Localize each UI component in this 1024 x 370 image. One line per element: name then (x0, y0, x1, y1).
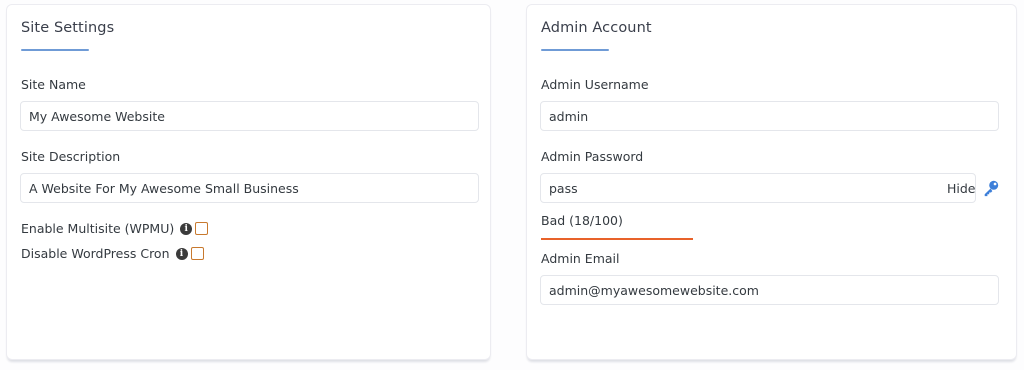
generate-password-key-icon[interactable] (982, 179, 1000, 197)
admin-account-title: Admin Account (541, 20, 652, 36)
multisite-label: Enable Multisite (WPMU) (21, 221, 175, 236)
admin-password-input[interactable] (540, 173, 976, 203)
site-name-input[interactable] (20, 101, 479, 131)
site-settings-card: Site Settings Site Name Site Description… (6, 4, 491, 360)
admin-email-label: Admin Email (541, 251, 620, 266)
site-description-input[interactable] (20, 173, 479, 203)
disable-cron-row: Disable WordPress Cron i (21, 246, 204, 261)
password-strength-bar (541, 238, 693, 240)
disable-cron-label: Disable WordPress Cron (21, 246, 170, 261)
multisite-row: Enable Multisite (WPMU) i (21, 221, 209, 236)
admin-username-input[interactable] (540, 101, 999, 131)
admin-account-title-underline (541, 49, 609, 51)
admin-account-card: Admin Account Admin Username Admin Passw… (526, 4, 1017, 360)
admin-username-label: Admin Username (541, 77, 649, 92)
installer-settings-page: Site Settings Site Name Site Description… (0, 0, 1024, 370)
multisite-info-icon[interactable]: i (180, 222, 193, 235)
password-hide-toggle[interactable]: Hide (947, 181, 976, 196)
disable-cron-checkbox[interactable] (190, 247, 204, 260)
site-settings-title: Site Settings (21, 20, 115, 36)
password-strength-text: Bad (18/100) (541, 213, 623, 228)
admin-password-label: Admin Password (541, 149, 644, 164)
site-name-label: Site Name (21, 77, 86, 92)
admin-email-input[interactable] (540, 275, 999, 305)
site-settings-title-underline (21, 49, 89, 51)
multisite-checkbox[interactable] (195, 222, 209, 235)
disable-cron-info-icon[interactable]: i (175, 247, 188, 260)
site-description-label: Site Description (21, 149, 121, 164)
